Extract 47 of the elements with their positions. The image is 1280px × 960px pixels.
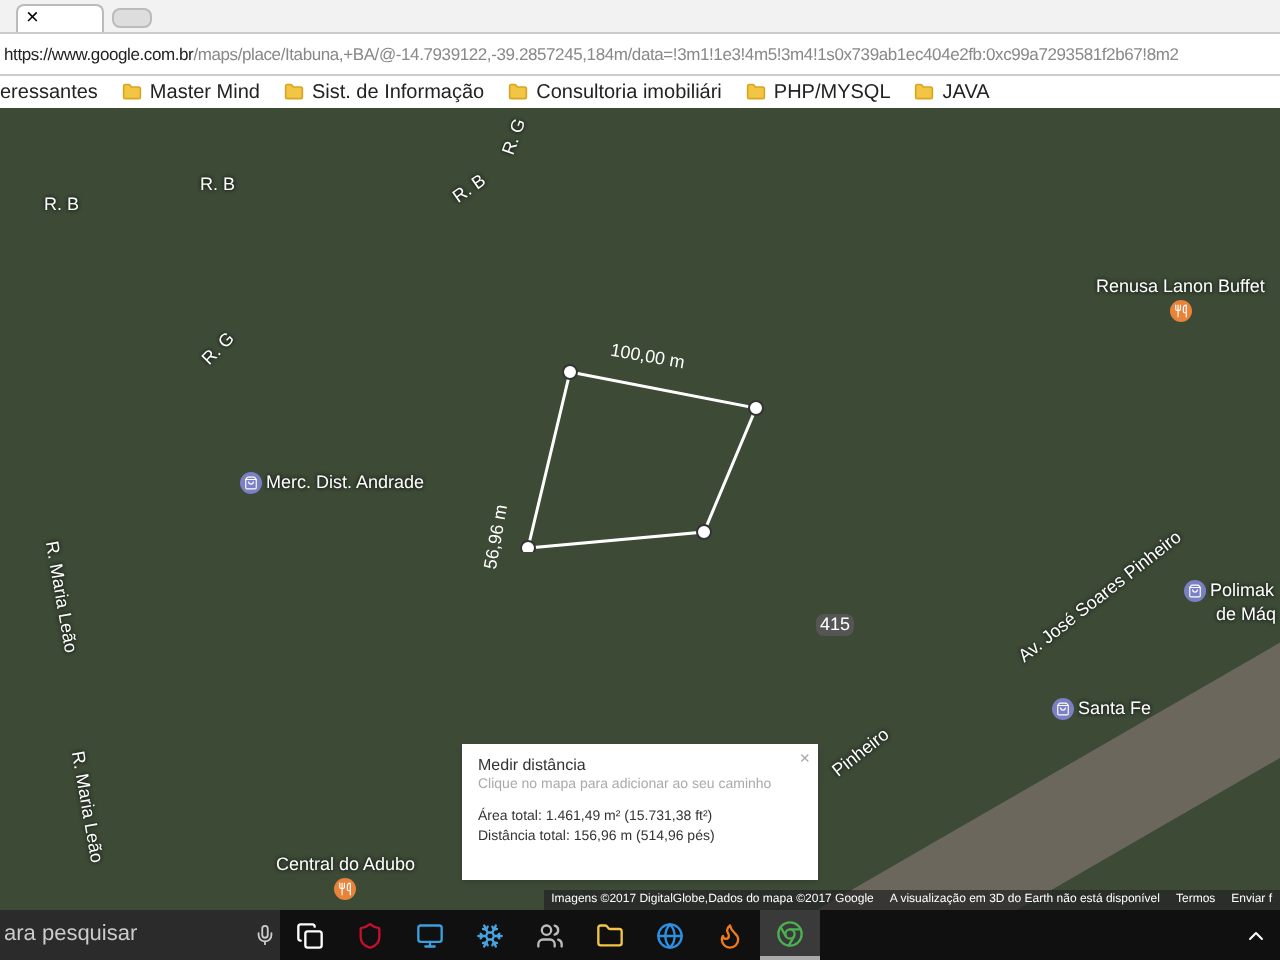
task-view-icon	[296, 921, 324, 949]
street-label: R. G	[499, 116, 530, 158]
folder-icon	[121, 82, 142, 102]
place-label: Merc. Dist. Andrade	[266, 474, 425, 492]
route-shield: 415	[816, 614, 855, 636]
bookmark-link[interactable]: Master Mind	[121, 77, 260, 107]
distance-label: 100,00 m	[609, 341, 687, 373]
people-icon	[536, 921, 564, 949]
place-label: de Máq	[1216, 606, 1277, 624]
place-label: Santa Fe	[1078, 700, 1152, 718]
close-tab-button[interactable]: ×	[26, 8, 39, 30]
map-pin-icon	[334, 878, 357, 900]
address-bar[interactable]: https://www.google.com.br/maps/place/Itabuna,+BA/@-14.7939122,-39.2857245,184m/data=!3m1!1e3!4m5!3m4!1s0x739ab1ec404e2fb:0xc99a7293581f2b67!8m2	[0, 32, 1280, 76]
folder-icon	[745, 82, 766, 102]
place-label: Renusa Lanon Buffet	[1096, 278, 1265, 296]
folder-icon	[914, 82, 935, 102]
bookmark-link[interactable]: Sist. de Informação	[283, 77, 485, 107]
bookmark-link[interactable]: eressantes	[0, 77, 98, 107]
map-pin-icon	[1052, 698, 1074, 720]
distance-label: 56,96 m	[482, 503, 512, 571]
microphone-icon	[254, 924, 276, 946]
snowflake-icon	[476, 921, 504, 949]
satellite-map[interactable]	[0, 108, 1280, 910]
taskbar-search-field[interactable]: ara pesquisar	[0, 910, 280, 960]
place-label: Central do Adubo	[276, 856, 416, 874]
card-title: Medir distância	[478, 756, 588, 776]
map-pin-icon	[240, 472, 262, 494]
street-label: R. Maria Leão	[67, 749, 106, 865]
map-pin-icon	[1169, 300, 1192, 322]
map-pin-icon	[1184, 580, 1206, 602]
bookmark-link[interactable]: PHP/MYSQL	[745, 77, 891, 107]
street-label: R. B	[450, 171, 490, 207]
street-label: R. B	[200, 176, 236, 194]
place-label: Polimak	[1210, 582, 1275, 600]
bookmark-link[interactable]: JAVA	[914, 77, 990, 107]
shield-icon	[356, 921, 384, 949]
monitor-icon	[416, 921, 444, 949]
url-text: https://www.google.com.br/maps/place/Itabuna,+BA/@-14.7939122,-39.2857245,184m/data=!3m1!1e3!4m5!3m4!1s0x739ab1ec404e2fb:0xc99a7293581f2b67!8m2	[4, 41, 1179, 67]
street-label: R. B	[44, 196, 80, 214]
bookmark-link[interactable]: Consultoria imobiliári	[508, 77, 722, 107]
folder-icon	[283, 82, 304, 102]
folder-icon	[596, 921, 624, 949]
browser-tab[interactable]: ×	[16, 4, 104, 32]
street-label: R. G	[199, 329, 238, 369]
street-label: R. Maria Leão	[41, 539, 80, 655]
folder-icon	[508, 82, 529, 102]
chrome-icon	[776, 919, 804, 947]
